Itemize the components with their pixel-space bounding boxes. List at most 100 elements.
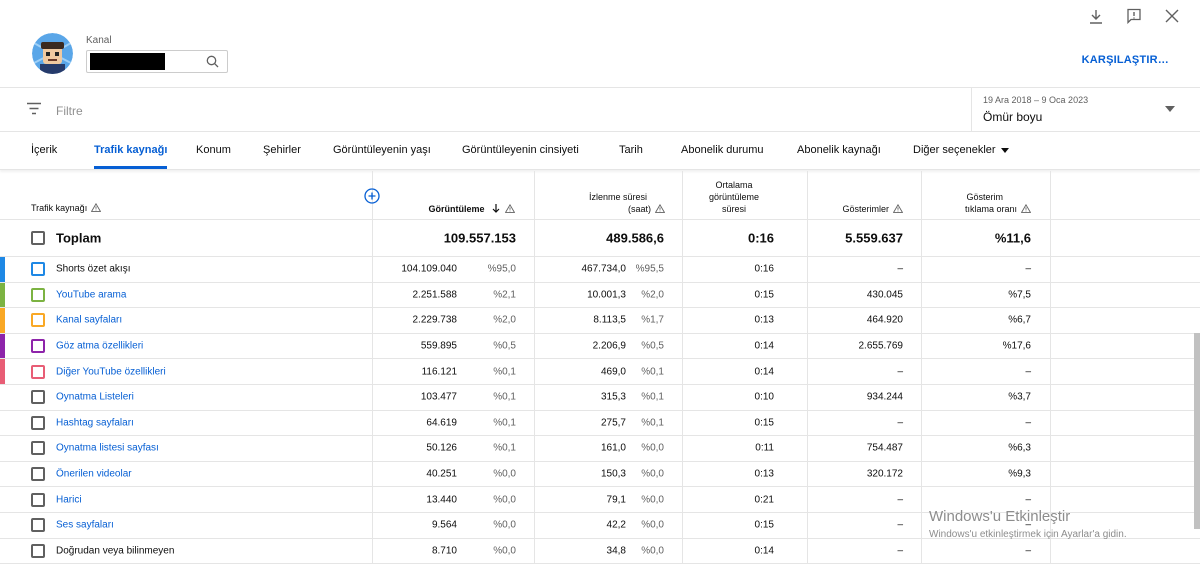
- row-watch-time: 469,0: [600, 366, 626, 378]
- row-watch-pct: %0,0: [641, 442, 664, 454]
- row-watch-pct: %0,5: [641, 340, 664, 352]
- header-watch-time-line1: İzlenme süresi: [588, 192, 647, 202]
- header-impressions[interactable]: Gösterimler: [842, 203, 903, 215]
- row-checkbox[interactable]: [31, 441, 45, 456]
- row-checkbox[interactable]: [31, 390, 45, 405]
- row-ctr: %6,7: [1008, 314, 1031, 326]
- table-total-row: Toplam 109.557.153 489.586,6 0:16 5.559.…: [0, 220, 1200, 257]
- row-avg-duration: 0:15: [754, 519, 774, 531]
- table-row: Diğer YouTube özellikleri 116.121 %0,1 469,…: [0, 359, 1200, 385]
- header-avg-line2: görüntüleme: [708, 192, 760, 202]
- row-impressions: 934.244: [866, 391, 903, 403]
- row-checkbox[interactable]: [31, 467, 45, 482]
- row-source-label[interactable]: YouTube arama: [56, 289, 126, 300]
- header-avg-view-duration[interactable]: Ortalama görüntüleme süresi: [694, 179, 774, 215]
- tab-cities[interactable]: Şehirler: [263, 144, 301, 156]
- row-checkbox[interactable]: [31, 287, 45, 302]
- table-row: Ses sayfaları 9.564 %0,0 42,2 %0,0 0:15 – –: [0, 512, 1200, 539]
- header-traffic-source[interactable]: Trafik kaynağı: [31, 203, 102, 213]
- tab-traffic-source[interactable]: Trafik kaynağı: [94, 144, 168, 169]
- row-avg-duration: 0:11: [755, 442, 774, 454]
- row-impressions: –: [897, 494, 903, 506]
- row-checkbox[interactable]: [31, 364, 45, 379]
- date-range-text: 19 Ara 2018 – 9 Oca 2023: [983, 95, 1089, 105]
- tab-viewer-age[interactable]: Görüntüleyenin yaşı: [333, 144, 431, 156]
- row-impressions: –: [897, 545, 903, 557]
- row-ctr: %17,6: [1002, 340, 1031, 352]
- row-avg-duration: 0:14: [754, 340, 774, 352]
- date-range-value: Ömür boyu: [983, 110, 1043, 124]
- row-watch-pct: %2,0: [641, 289, 664, 301]
- tab-viewer-gender[interactable]: Görüntüleyenin cinsiyeti: [462, 144, 579, 156]
- table-row: Shorts özet akışı 104.109.040 %95,0 467.734…: [0, 257, 1200, 283]
- row-ctr: –: [1025, 263, 1031, 275]
- row-views-pct: %2,0: [493, 314, 516, 326]
- row-watch-time: 467.734,0: [581, 263, 627, 275]
- row-watch-pct: %95,5: [635, 263, 664, 275]
- traffic-table: Trafik kaynağı Görüntüleme İzlenme süres…: [0, 171, 1200, 565]
- filter-icon[interactable]: [26, 102, 42, 120]
- row-ctr: %3,7: [1008, 391, 1031, 403]
- total-checkbox[interactable]: [31, 231, 45, 245]
- row-checkbox[interactable]: [31, 339, 45, 354]
- filter-input[interactable]: Filtre: [56, 104, 83, 118]
- channel-label: Kanal: [86, 35, 112, 46]
- row-checkbox[interactable]: [31, 543, 45, 558]
- compare-button[interactable]: KARŞILAŞTIR…: [1082, 54, 1169, 66]
- tab-subscription-status[interactable]: Abonelik durumu: [681, 144, 764, 156]
- row-impressions: 320.172: [866, 468, 903, 480]
- header-watch-time[interactable]: İzlenme süresi (saat): [589, 191, 665, 215]
- date-range-picker[interactable]: 19 Ara 2018 – 9 Oca 2023 Ömür boyu: [971, 88, 1183, 132]
- table-row: Göz atma özellikleri 559.895 %0,5 2.206,9 %0…: [0, 333, 1200, 360]
- row-views: 13.440: [426, 494, 457, 506]
- row-views: 8.710: [431, 545, 457, 557]
- table-row: Kanal sayfaları 2.229.738 %2,0 8.113,5 %1,7 0…: [0, 308, 1200, 334]
- table-row: Önerilen videolar 40.251 %0,0 150,3 %0,0 0:13…: [0, 461, 1200, 488]
- row-avg-duration: 0:16: [754, 263, 774, 275]
- tab-more-options[interactable]: Diğer seçenekler: [913, 144, 1009, 156]
- feedback-icon[interactable]: [1126, 8, 1142, 24]
- row-impressions: –: [897, 366, 903, 378]
- warning-icon: [893, 204, 903, 213]
- tab-date[interactable]: Tarih: [619, 144, 643, 156]
- row-views-pct: %2,1: [493, 289, 516, 301]
- download-icon[interactable]: [1088, 8, 1104, 24]
- row-views: 50.126: [426, 442, 457, 454]
- header-ctr[interactable]: Gösterim tıklama oranı: [965, 191, 1031, 215]
- row-checkbox[interactable]: [31, 518, 45, 533]
- tab-content[interactable]: İçerik: [31, 144, 57, 156]
- tab-subscription-source[interactable]: Abonelik kaynağı: [797, 144, 881, 156]
- warning-icon: [655, 204, 665, 213]
- row-source-label: Shorts özet akışı: [56, 263, 131, 275]
- row-checkbox[interactable]: [31, 262, 45, 277]
- row-source-label[interactable]: Hashtag sayfaları: [56, 417, 134, 428]
- header-views-label: Görüntüleme: [428, 204, 485, 214]
- row-impressions: 754.487: [866, 442, 903, 454]
- row-source-label[interactable]: Göz atma özellikleri: [56, 341, 143, 352]
- row-source-label[interactable]: Önerilen videolar: [56, 469, 132, 480]
- row-source-label[interactable]: Kanal sayfaları: [56, 315, 122, 326]
- row-views: 40.251: [426, 468, 457, 480]
- tab-location[interactable]: Konum: [196, 144, 231, 156]
- row-ctr: –: [1025, 366, 1031, 378]
- row-avg-duration: 0:14: [754, 366, 774, 378]
- add-metric-icon[interactable]: [364, 188, 380, 209]
- scrollbar[interactable]: [1194, 333, 1200, 529]
- row-views: 116.121: [421, 366, 457, 378]
- total-ctr: %11,6: [994, 230, 1031, 246]
- channel-search-field[interactable]: [86, 50, 228, 73]
- row-checkbox[interactable]: [31, 492, 45, 507]
- row-source-label[interactable]: Ses sayfaları: [56, 520, 114, 531]
- row-source-label[interactable]: Oynatma Listeleri: [56, 392, 134, 403]
- row-source-label[interactable]: Diğer YouTube özellikleri: [56, 366, 166, 377]
- search-icon[interactable]: [206, 55, 219, 73]
- row-watch-time: 10.001,3: [587, 289, 626, 301]
- row-checkbox[interactable]: [31, 313, 45, 328]
- row-watch-time: 8.113,5: [593, 314, 626, 326]
- header-views[interactable]: Görüntüleme: [428, 203, 515, 215]
- row-avg-duration: 0:10: [754, 391, 774, 403]
- row-source-label[interactable]: Oynatma listesi sayfası: [56, 443, 159, 454]
- row-checkbox[interactable]: [31, 415, 45, 430]
- close-icon[interactable]: [1164, 8, 1180, 24]
- row-source-label[interactable]: Harici: [56, 494, 82, 505]
